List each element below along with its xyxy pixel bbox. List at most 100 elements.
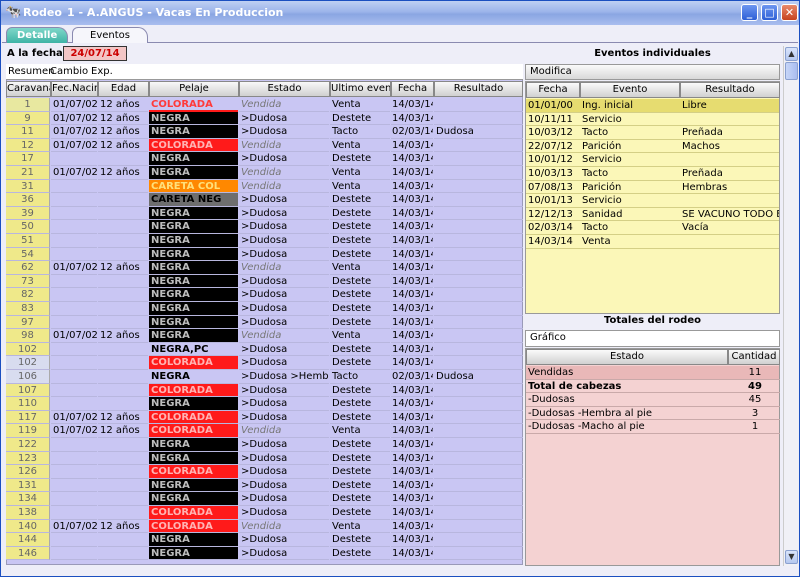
total-row[interactable]: Vendidas 11: [526, 366, 780, 380]
table-row[interactable]: 98 01/07/02 12 años NEGRA Vendida Venta 14/03/…: [6, 329, 523, 343]
ev-col-evento[interactable]: Evento: [580, 82, 680, 98]
resultado-cell: [434, 479, 523, 493]
table-row[interactable]: 117 01/07/02 12 años COLORADA >Dudosa Destete…: [6, 410, 523, 425]
table-row[interactable]: 102 COLORADA >Dudosa Destete 14/03/14: [6, 356, 523, 370]
events-menu-modifica[interactable]: Modifica: [525, 64, 780, 80]
table-row[interactable]: 106 NEGRA>Dudosa >HembraTacto02/03/14Dudo…: [6, 370, 523, 384]
resultado-cell: Dudosa: [434, 125, 523, 139]
total-row[interactable]: -Dudosas -Hembra al pie 3: [526, 407, 780, 421]
menu-cambio[interactable]: Cambio: [50, 66, 88, 77]
table-row[interactable]: 9 01/07/02 12 años NEGRA >Dudosa Destete 14/03…: [6, 111, 523, 126]
table-row[interactable]: 11 01/07/02 12 años NEGRA >Dudosa Tacto 02/03/…: [6, 125, 523, 139]
total-row[interactable]: Total de cabezas 49: [526, 380, 780, 394]
table-row[interactable]: 138 COLORADA >Dudosa Destete 14/03/14: [6, 506, 523, 520]
estado-cell: >Dudosa: [239, 248, 329, 262]
ultimo-evento-cell: Destete: [330, 193, 390, 207]
table-row[interactable]: 17 NEGRA >Dudosa Destete 14/03/14: [6, 152, 523, 166]
table-row[interactable]: 62 01/07/02 12 años NEGRA Vendida Venta 14/03/…: [6, 261, 523, 275]
table-row[interactable]: 39 NEGRA >Dudosa Destete 14/03/14: [6, 206, 523, 221]
table-row[interactable]: 144 NEGRA >Dudosa Destete 14/03/14: [6, 533, 523, 547]
table-row[interactable]: 54 NEGRA >Dudosa Destete 14/03/14: [6, 247, 523, 262]
tab-detalle[interactable]: Detalle: [6, 27, 68, 43]
table-row[interactable]: 102 NEGRA,PC >Dudosa Destete 14/03/14: [6, 342, 523, 357]
event-row[interactable]: 10/01/12 Servicio: [526, 153, 779, 167]
table-row[interactable]: 12 01/07/02 12 años COLORADA Vendida Venta 14/…: [6, 138, 523, 153]
event-row[interactable]: 10/03/13 Tacto Preñada: [526, 167, 779, 181]
table-row[interactable]: 122 NEGRA >Dudosa Destete 14/03/14: [6, 438, 523, 452]
table-row[interactable]: 82 NEGRA >Dudosa Destete 14/03/14: [6, 288, 523, 302]
pelaje-cell: CARETA COL: [149, 179, 238, 194]
fecha-cell: 14/03/14: [391, 330, 433, 343]
close-button[interactable]: ✕: [781, 4, 798, 21]
menu-exp[interactable]: Exp.: [91, 66, 113, 77]
table-row[interactable]: 21 01/07/02 12 años NEGRA Vendida Venta 14/03/…: [6, 166, 523, 180]
tab-eventos[interactable]: Eventos: [72, 27, 148, 43]
table-row[interactable]: 146 NEGRA >Dudosa Destete 14/03/14: [6, 546, 523, 561]
event-row[interactable]: 12/12/13 Sanidad SE VACUNO TODO EL: [526, 208, 779, 222]
table-row[interactable]: 97 NEGRA >Dudosa Destete 14/03/14: [6, 315, 523, 330]
event-row[interactable]: 07/08/13 Parición Hembras: [526, 181, 779, 195]
scroll-down-icon[interactable]: ▼: [785, 550, 798, 564]
tot-col-estado[interactable]: Estado: [526, 349, 728, 365]
ev-col-fecha[interactable]: Fecha: [526, 82, 580, 98]
table-row[interactable]: 107 COLORADA >Dudosa Destete 14/03/14: [6, 383, 523, 398]
event-fecha-cell: 10/03/13: [526, 167, 580, 181]
estado-cell: >Dudosa: [239, 112, 329, 126]
vertical-scrollbar[interactable]: ▲ ▼: [783, 46, 798, 566]
minimize-button[interactable]: _: [741, 4, 758, 21]
table-row[interactable]: 83 NEGRA >Dudosa Destete 14/03/14: [6, 302, 523, 316]
caravana-cell: 97: [6, 315, 50, 330]
col-edad[interactable]: Edad: [98, 81, 149, 97]
estado-cell: >Dudosa: [239, 533, 329, 547]
col-resultado[interactable]: Resultado: [434, 81, 523, 97]
resultado-cell: [434, 220, 523, 234]
col-caravana[interactable]: Caravana: [6, 81, 51, 97]
pelaje-cell: NEGRA,PC: [149, 342, 238, 357]
event-resultado-cell: Preñada: [680, 126, 779, 140]
table-row[interactable]: 31 CARETA COL Vendida Venta 14/03/14: [6, 179, 523, 194]
fecha-cell: 14/03/14: [391, 275, 433, 289]
table-row[interactable]: 131 NEGRA >Dudosa Destete 14/03/14: [6, 478, 523, 493]
total-row[interactable]: -Dudosas 45: [526, 393, 780, 407]
table-row[interactable]: 140 01/07/02 12 años COLORADA Vendida Venta 14…: [6, 519, 523, 534]
table-row[interactable]: 1 01/07/02 12 años COLORADA Vendida Venta 14/0…: [6, 98, 523, 112]
table-row[interactable]: 119 01/07/02 12 años COLORADA Vendida Venta 14…: [6, 424, 523, 438]
table-row[interactable]: 110 NEGRA >Dudosa Destete 14/03/14: [6, 397, 523, 411]
total-row[interactable]: -Dudosas -Macho al pie 1: [526, 420, 780, 434]
event-row[interactable]: 10/11/11 Servicio: [526, 113, 779, 127]
event-row[interactable]: 02/03/14 Tacto Vacía: [526, 221, 779, 235]
caravana-cell: 83: [6, 302, 50, 316]
table-row[interactable]: 73 NEGRA >Dudosa Destete 14/03/14: [6, 274, 523, 289]
caravana-cell: 110: [6, 397, 50, 411]
col-pelaje[interactable]: Pelaje: [149, 81, 239, 97]
table-row[interactable]: 134 NEGRA >Dudosa Destete 14/03/14: [6, 492, 523, 506]
fecha-cell: 14/03/14: [391, 357, 433, 370]
maximize-button[interactable]: □: [761, 4, 778, 21]
event-row[interactable]: 01/01/00 Ing. inicial Libre: [526, 99, 779, 113]
totals-menu-grafico[interactable]: Gráfico: [525, 330, 780, 347]
date-field[interactable]: 24/07/14: [63, 46, 127, 61]
title-bar[interactable]: 🐄 Rodeo 1 - A.ANGUS - Vacas En Produccio…: [1, 1, 799, 25]
table-row[interactable]: 36 CARETA NEG >Dudosa Destete 14/03/14: [6, 193, 523, 207]
tot-col-cantidad[interactable]: Cantidad: [728, 349, 780, 365]
event-evento-cell: Servicio: [580, 194, 680, 208]
caravana-cell: 11: [6, 125, 50, 139]
menu-resumen[interactable]: Resumen: [8, 66, 54, 77]
event-row[interactable]: 10/03/12 Tacto Preñada: [526, 126, 779, 140]
table-row[interactable]: 51 NEGRA >Dudosa Destete 14/03/14: [6, 234, 523, 248]
scroll-up-icon[interactable]: ▲: [785, 47, 798, 61]
table-row[interactable]: 126 COLORADA >Dudosa Destete 14/03/14: [6, 465, 523, 479]
col-fec-nacim[interactable]: Fec.Nacim: [51, 81, 98, 97]
col-estado[interactable]: Estado: [239, 81, 330, 97]
scroll-thumb[interactable]: [785, 62, 798, 80]
event-row[interactable]: 14/03/14 Venta: [526, 235, 779, 249]
col-fecha[interactable]: Fecha: [391, 81, 434, 97]
event-row[interactable]: 10/01/13 Servicio: [526, 194, 779, 208]
ev-col-resultado[interactable]: Resultado: [680, 82, 780, 98]
event-row[interactable]: 22/07/12 Parición Machos: [526, 140, 779, 154]
table-row[interactable]: 123 NEGRA >Dudosa Destete 14/03/14: [6, 451, 523, 466]
col-ultimo-evento[interactable]: Ultimo evento: [330, 81, 391, 97]
table-row[interactable]: 50 NEGRA >Dudosa Destete 14/03/14: [6, 220, 523, 234]
ultimo-evento-cell: Destete: [330, 207, 390, 221]
resultado-cell: [434, 547, 523, 561]
